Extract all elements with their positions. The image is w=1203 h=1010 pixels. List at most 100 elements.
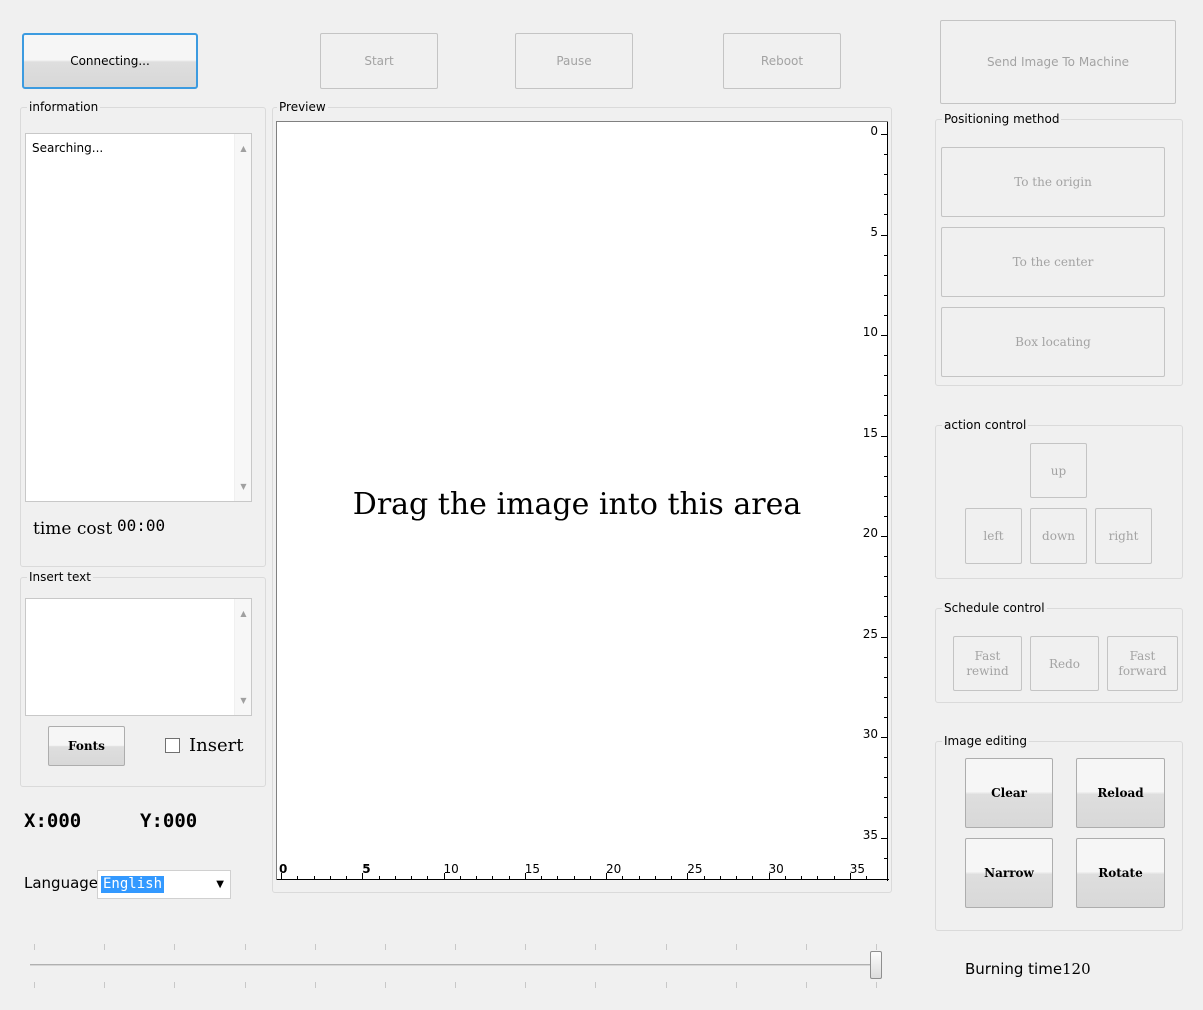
up-button[interactable]: up	[1030, 443, 1087, 498]
y-ruler-tick	[881, 335, 887, 336]
info-log-box[interactable]: Searching... ▲ ▼	[25, 133, 252, 502]
burning-slider[interactable]	[28, 940, 888, 990]
y-ruler-tick	[884, 415, 887, 417]
box-locating-button[interactable]: Box locating	[941, 307, 1165, 377]
connecting-button[interactable]: Connecting...	[22, 33, 198, 89]
x-ruler-tick	[346, 876, 347, 879]
down-button[interactable]: down	[1030, 508, 1087, 564]
x-ruler-label: 30	[768, 862, 784, 876]
slider-tick	[34, 982, 35, 988]
x-ruler-tick	[622, 876, 624, 879]
scroll-up-icon[interactable]: ▲	[235, 605, 252, 622]
time-cost-value: 00:00	[117, 516, 166, 535]
chevron-down-icon[interactable]: ▼	[216, 879, 224, 890]
y-ruler-label: 35	[862, 827, 878, 842]
y-ruler-tick	[884, 194, 887, 196]
start-button[interactable]: Start	[320, 33, 438, 89]
x-ruler-tick	[817, 876, 819, 879]
y-ruler-tick	[884, 214, 887, 216]
info-log-scrollbar[interactable]: ▲ ▼	[234, 134, 251, 501]
slider-tick	[314, 982, 316, 988]
y-ruler-tick	[881, 737, 887, 738]
slider-tick	[735, 944, 737, 950]
scroll-down-icon[interactable]: ▼	[235, 692, 252, 709]
x-ruler-label: 0	[279, 862, 288, 876]
x-ruler-label: 25	[687, 862, 703, 876]
slider-tick	[665, 982, 667, 988]
x-ruler-tick	[508, 876, 510, 879]
y-ruler-label: 10	[862, 325, 878, 339]
y-ruler-tick	[884, 274, 887, 276]
reboot-button[interactable]: Reboot	[723, 33, 841, 89]
slider-tick	[455, 944, 456, 950]
slider-tick	[384, 982, 386, 988]
slider-tick	[665, 944, 667, 950]
fonts-button[interactable]: Fonts	[48, 726, 125, 766]
slider-tick	[455, 982, 456, 988]
y-ruler-tick	[881, 636, 887, 638]
x-ruler-tick	[703, 876, 705, 879]
action-control-title: action control	[942, 418, 1029, 432]
x-ruler-tick	[833, 876, 835, 879]
scroll-down-icon[interactable]: ▼	[235, 478, 252, 495]
x-ruler-tick	[394, 876, 396, 879]
insert-checkbox[interactable]	[165, 738, 180, 753]
x-ruler-tick	[459, 876, 461, 879]
y-ruler-label: 0	[870, 124, 878, 138]
insert-text-title: Insert text	[27, 570, 93, 584]
y-ruler-tick	[884, 797, 887, 799]
to-origin-button[interactable]: To the origin	[941, 147, 1165, 217]
x-ruler-tick	[654, 876, 656, 879]
slider-tick	[244, 944, 246, 950]
preview-canvas[interactable]: Drag the image into this area 0 5 10 15 20 25…	[276, 121, 889, 881]
slider-tick	[34, 944, 35, 950]
x-ruler-tick	[492, 876, 494, 879]
pause-button[interactable]: Pause	[515, 33, 633, 89]
insert-checkbox-label[interactable]: Insert	[189, 735, 243, 756]
y-ruler-tick	[884, 154, 887, 156]
x-ruler-tick	[784, 876, 786, 879]
x-ruler-tick	[557, 876, 559, 879]
fast-rewind-button[interactable]: Fast rewind	[953, 636, 1022, 691]
x-ruler-tick	[476, 876, 477, 879]
y-ruler-tick	[884, 757, 887, 759]
language-select[interactable]: English ▼	[97, 870, 231, 899]
y-ruler-label: 30	[862, 727, 878, 741]
reload-button[interactable]: Reload	[1076, 758, 1165, 828]
y-ruler-tick	[884, 455, 887, 457]
positioning-title: Positioning method	[942, 112, 1062, 126]
narrow-button[interactable]: Narrow	[965, 838, 1053, 908]
redo-button[interactable]: Redo	[1030, 636, 1099, 691]
fast-forward-button[interactable]: Fast forward	[1107, 636, 1178, 691]
x-ruler-tick	[541, 876, 542, 879]
insert-text-scrollbar[interactable]: ▲ ▼	[234, 599, 251, 715]
slider-tick	[595, 982, 597, 988]
y-ruler-tick	[884, 556, 887, 558]
y-ruler-label: 5	[870, 224, 878, 239]
insert-text-input[interactable]: ▲ ▼	[25, 598, 252, 716]
left-button[interactable]: left	[965, 508, 1022, 564]
y-ruler-tick	[884, 254, 887, 256]
x-ruler-label: 15	[524, 862, 541, 876]
y-ruler-label: 25	[862, 626, 878, 641]
y-ruler-tick	[884, 656, 887, 658]
y-ruler-tick	[884, 616, 887, 618]
x-ruler-tick	[671, 876, 672, 879]
slider-tick	[805, 982, 807, 988]
clear-button[interactable]: Clear	[965, 758, 1053, 828]
rotate-button[interactable]: Rotate	[1076, 838, 1165, 908]
right-button[interactable]: right	[1095, 508, 1152, 564]
y-ruler-tick	[884, 294, 887, 296]
slider-thumb[interactable]	[870, 951, 882, 979]
scroll-up-icon[interactable]: ▲	[235, 140, 252, 157]
burning-time-label: Burning time	[965, 960, 1063, 978]
x-ruler-label: 20	[606, 862, 622, 876]
x-ruler-tick	[638, 876, 640, 879]
y-ruler-label: 20	[862, 526, 878, 540]
to-center-button[interactable]: To the center	[941, 227, 1165, 297]
y-ruler-tick	[881, 134, 887, 135]
y-ruler-tick	[884, 355, 887, 357]
slider-tick	[244, 982, 246, 988]
y-ruler-tick	[884, 817, 887, 819]
send-image-button[interactable]: Send Image To Machine	[940, 20, 1176, 104]
